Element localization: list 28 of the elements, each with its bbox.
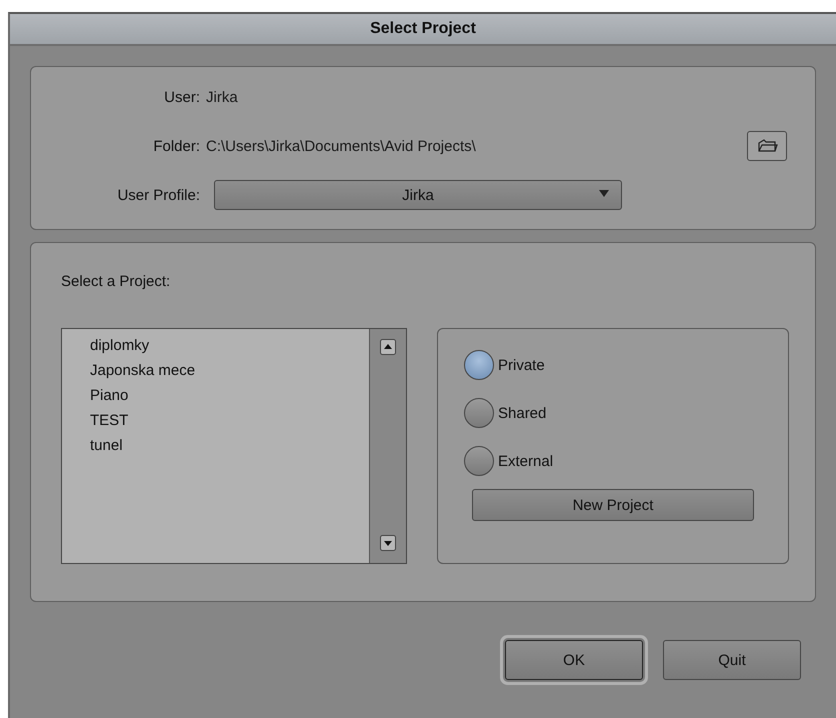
project-list[interactable]: diplomky Japonska mece Piano TEST tunel bbox=[61, 328, 407, 564]
radio-label[interactable]: Private bbox=[498, 356, 545, 374]
user-value: Jirka bbox=[206, 88, 238, 106]
radio-button[interactable] bbox=[464, 446, 494, 476]
project-item[interactable]: Japonska mece bbox=[90, 362, 369, 387]
project-item[interactable]: TEST bbox=[90, 412, 369, 437]
radio-label[interactable]: Shared bbox=[498, 404, 546, 422]
scrollbar[interactable] bbox=[369, 329, 406, 563]
quit-button[interactable]: Quit bbox=[663, 640, 801, 680]
user-profile-label: User Profile: bbox=[116, 186, 201, 204]
select-project-label: Select a Project: bbox=[61, 273, 172, 290]
radio-button[interactable] bbox=[464, 398, 494, 428]
browse-folder-button[interactable] bbox=[747, 131, 787, 161]
project-item[interactable]: tunel bbox=[90, 437, 369, 462]
project-item[interactable]: Piano bbox=[90, 387, 369, 412]
folder-path: C:\Users\Jirka\Documents\Avid Projects\ bbox=[206, 138, 477, 154]
scroll-down-icon[interactable] bbox=[380, 535, 396, 551]
project-item[interactable]: diplomky bbox=[90, 337, 369, 362]
scroll-up-icon[interactable] bbox=[380, 339, 396, 355]
new-project-button[interactable]: New Project bbox=[472, 489, 754, 521]
radio-button[interactable] bbox=[464, 350, 494, 380]
radio-label[interactable]: External bbox=[498, 452, 554, 470]
user-label: User: bbox=[163, 88, 201, 106]
window-title: Select Project bbox=[370, 20, 476, 37]
folder-label: Folder: bbox=[152, 138, 201, 154]
caret-icon bbox=[599, 190, 609, 197]
user-profile-dropdown[interactable]: Jirka bbox=[214, 180, 622, 210]
folder-icon bbox=[756, 139, 778, 153]
